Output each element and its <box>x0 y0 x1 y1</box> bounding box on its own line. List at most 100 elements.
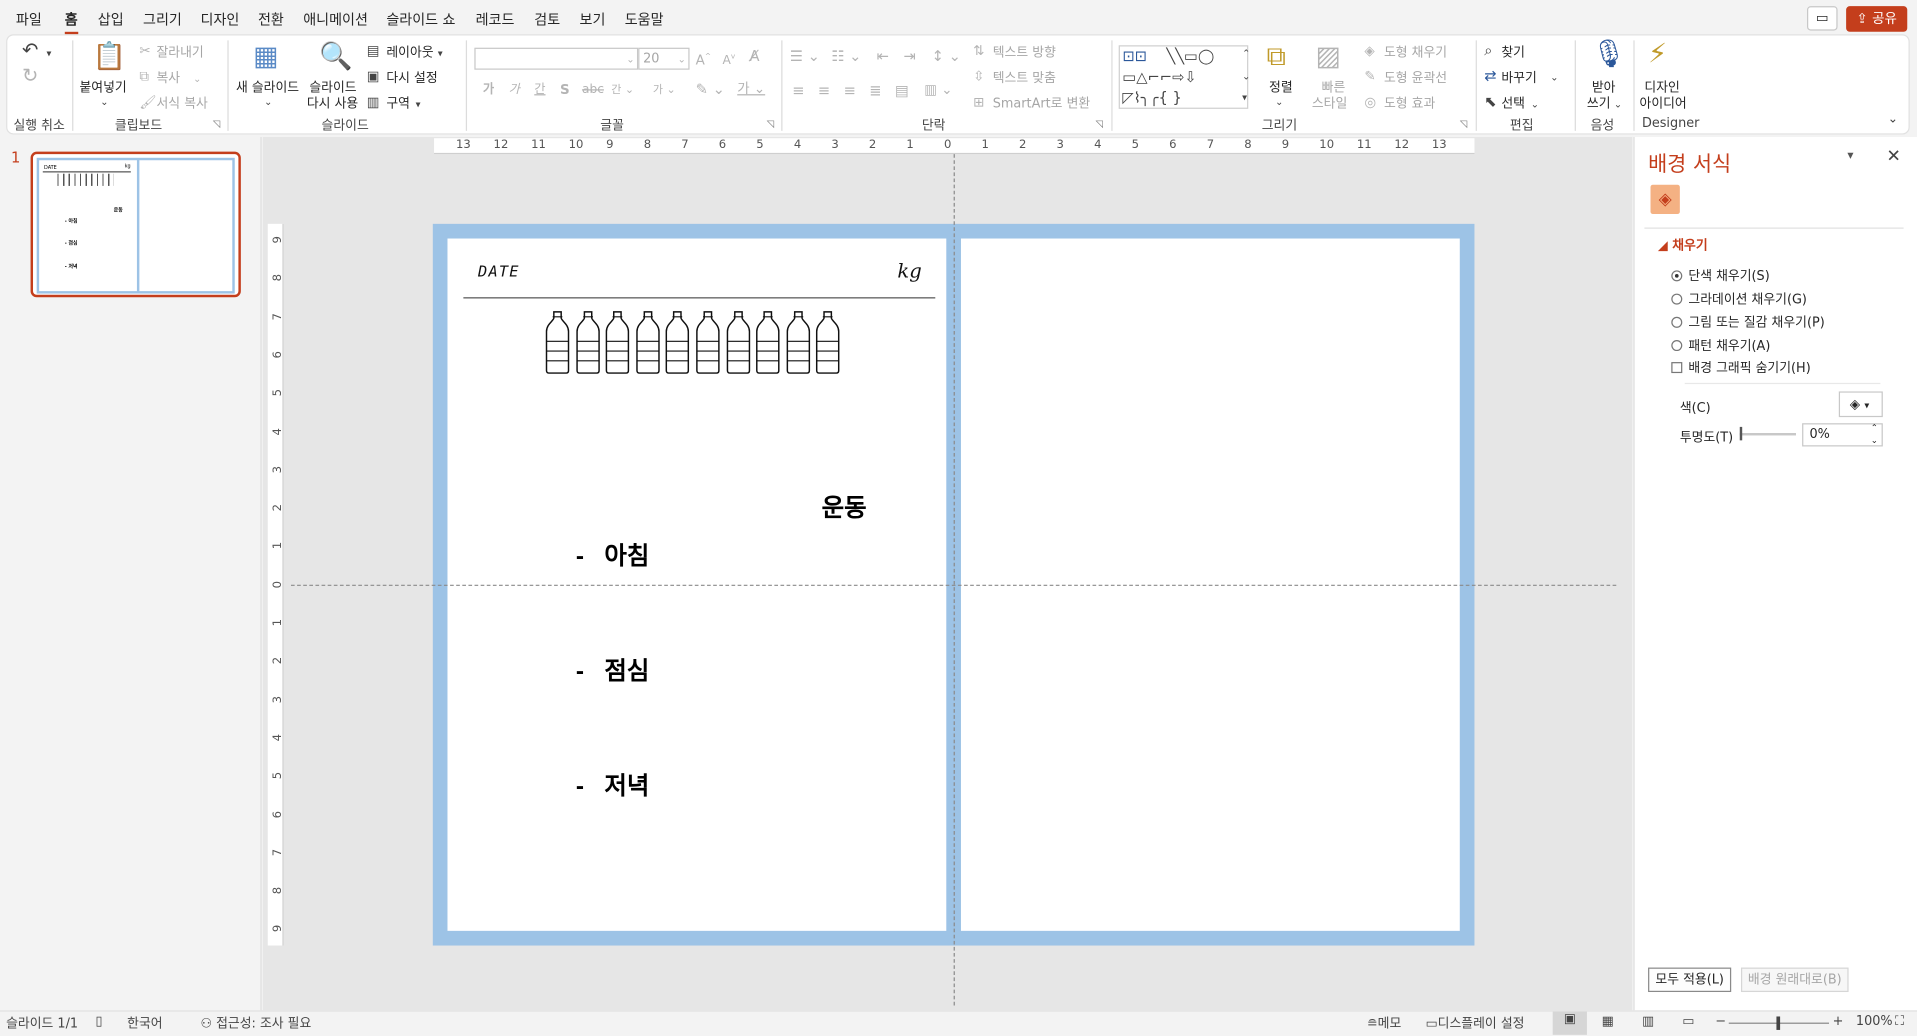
dictate-line2[interactable]: 쓰기 <box>1587 94 1611 112</box>
menu-file[interactable]: 파일 <box>16 10 42 30</box>
layout-dropdown-icon[interactable]: ▾ <box>438 45 443 62</box>
strikethrough-icon[interactable]: abc <box>582 82 604 99</box>
bold-icon[interactable]: 가 <box>483 82 494 99</box>
select-dropdown-icon[interactable]: ⌄ <box>1531 97 1539 114</box>
clipboard-launcher-icon[interactable]: ◹ <box>213 119 221 130</box>
slide-thumbnail[interactable]: DATE kg 운동 - 아침 - 점심 - 저녁 <box>30 151 241 298</box>
justify-icon[interactable]: ≣ <box>869 82 881 99</box>
quick-styles-line2[interactable]: 스타일 <box>1312 94 1347 112</box>
arrange-icon[interactable]: ⧉ <box>1267 42 1286 72</box>
menu-transitions[interactable]: 전환 <box>258 10 284 30</box>
close-icon[interactable]: ✕ <box>1886 147 1900 167</box>
select-button[interactable]: 선택 <box>1501 94 1525 112</box>
pattern-fill-option[interactable]: 패턴 채우기(A) <box>1671 336 1770 354</box>
transparency-input[interactable]: 0% ⌃ ⌄ <box>1802 423 1883 447</box>
copy-dropdown-icon[interactable]: ⌄ <box>193 71 201 88</box>
zoom-slider-thumb[interactable] <box>1776 1016 1781 1030</box>
clear-format-icon[interactable]: A̸ <box>749 48 759 65</box>
ribbon-collapse-icon[interactable]: ⌄ <box>1888 111 1898 128</box>
vertical-ruler[interactable]: 9 8 7 6 5 4 3 2 1 0 1 2 3 4 5 6 7 8 9 <box>267 223 285 946</box>
reset-background-button[interactable]: 배경 원래대로(B) <box>1740 967 1849 993</box>
gallery-scroll-down-icon[interactable]: ⌄ <box>1242 68 1250 85</box>
new-slide-dropdown-icon[interactable]: ⌄ <box>264 94 272 111</box>
zoom-in-icon[interactable]: + <box>1833 1014 1844 1029</box>
menu-design[interactable]: 디자인 <box>201 10 240 30</box>
menu-record[interactable]: 레코드 <box>476 10 515 30</box>
dictate-dropdown-icon[interactable]: ⌄ <box>1614 97 1622 114</box>
breakfast-item[interactable]: - 아침 <box>576 536 650 571</box>
exercise-label[interactable]: 운동 <box>822 488 867 523</box>
align-left-icon[interactable]: ≡ <box>792 82 804 99</box>
slide-sorter-icon[interactable]: ▦ <box>1602 1014 1614 1029</box>
format-painter-button[interactable]: 서식 복사 <box>156 94 207 112</box>
paste-icon[interactable]: 📋 <box>93 42 127 72</box>
align-center-icon[interactable]: ≡ <box>818 82 830 99</box>
horizontal-ruler[interactable]: 13 12 11 10 9 8 7 6 5 4 3 2 1 0 1 2 3 4 5 6 7 8 9 10 11 12 13 <box>434 138 1475 155</box>
solid-fill-radio[interactable] <box>1671 270 1683 282</box>
drawing-launcher-icon[interactable]: ◹ <box>1460 119 1468 130</box>
vertical-guide[interactable] <box>953 154 955 1006</box>
gallery-more-icon[interactable]: ▾ <box>1242 89 1247 106</box>
line-spacing-icon[interactable]: ↕ ⌄ <box>932 48 961 65</box>
section-button[interactable]: 구역 <box>386 94 410 112</box>
shapes-gallery[interactable]: ⊡⊡ ╲╲▭◯ ▭△⌐⌐⇨⇩ ◸⌇╮╭{ } <box>1118 45 1249 109</box>
smartart-button[interactable]: SmartArt로 변환 <box>993 94 1090 112</box>
align-right-icon[interactable]: ≡ <box>844 82 856 99</box>
gradient-fill-option[interactable]: 그라데이션 채우기(G) <box>1671 290 1807 308</box>
design-ideas-line2[interactable]: 아이디어 <box>1640 94 1687 112</box>
font-size-box[interactable]: 20 ⌄ <box>638 47 690 70</box>
design-ideas-icon[interactable]: ⚡ <box>1648 40 1667 69</box>
grow-font-icon[interactable]: A^ <box>696 49 711 69</box>
fill-bucket-icon[interactable]: ◈ <box>1650 184 1680 215</box>
language-status[interactable]: 한국어 <box>127 1014 162 1032</box>
find-button[interactable]: 찾기 <box>1501 43 1525 61</box>
change-case-icon[interactable]: 가 ⌄ <box>653 82 676 99</box>
shrink-font-icon[interactable]: Av <box>723 49 736 70</box>
quick-styles-icon[interactable]: ▨ <box>1316 42 1341 72</box>
gallery-scroll-up-icon[interactable]: ⌃ <box>1242 45 1250 62</box>
gradient-fill-radio[interactable] <box>1671 293 1683 305</box>
picture-fill-option[interactable]: 그림 또는 질감 채우기(P) <box>1671 313 1825 331</box>
display-settings-button[interactable]: ▭디스플레이 설정 <box>1426 1014 1525 1032</box>
paste-dropdown-icon[interactable]: ⌄ <box>100 94 108 111</box>
menu-view[interactable]: 보기 <box>580 10 606 30</box>
underline-icon[interactable]: 간 <box>534 82 545 99</box>
horizontal-guide[interactable] <box>290 584 1617 586</box>
menu-review[interactable]: 검토 <box>534 10 560 30</box>
zoom-out-icon[interactable]: − <box>1715 1014 1726 1029</box>
fill-section-header[interactable]: ◢ 채우기 <box>1658 236 1708 254</box>
kg-label[interactable]: kg <box>897 259 921 282</box>
distributed-icon[interactable]: ▤ <box>895 82 909 99</box>
increase-indent-icon[interactable]: ⇥ <box>904 48 916 65</box>
share-button[interactable]: ⇪ 공유 <box>1846 6 1908 32</box>
highlight-icon[interactable]: ✎ ⌄ <box>696 81 725 98</box>
shape-fill-button[interactable]: 도형 채우기 <box>1384 43 1447 61</box>
replace-dropdown-icon[interactable]: ⌄ <box>1550 70 1558 87</box>
notes-button[interactable]: ≘메모 <box>1367 1014 1401 1032</box>
reuse-slides-line2[interactable]: 다시 사용 <box>307 94 358 112</box>
menu-home[interactable]: 홈 <box>64 10 78 35</box>
align-text-button[interactable]: 텍스트 맞춤 <box>993 68 1056 86</box>
date-label[interactable]: DATE <box>478 262 520 280</box>
copy-button[interactable]: 복사 <box>156 68 180 86</box>
italic-icon[interactable]: 가 <box>509 82 520 99</box>
solid-fill-option[interactable]: 단색 채우기(S) <box>1671 267 1770 285</box>
text-direction-button[interactable]: 텍스트 방향 <box>993 43 1056 61</box>
more-shapes-icon[interactable]: ◸⌇╮╭{ } <box>1122 89 1181 106</box>
new-slide-icon[interactable]: ▦ <box>253 42 278 72</box>
shape-effects-button[interactable]: 도형 효과 <box>1384 94 1435 112</box>
hide-graphics-option[interactable]: 배경 그래픽 숨기기(H) <box>1671 358 1811 376</box>
undo-dropdown-icon[interactable]: ▾ <box>46 45 51 62</box>
menu-draw[interactable]: 그리기 <box>143 10 182 30</box>
redo-icon[interactable]: ↻ <box>22 65 38 85</box>
char-spacing-icon[interactable]: 간 ⌄ <box>611 82 634 99</box>
lunch-item[interactable]: - 점심 <box>576 651 650 686</box>
reset-button[interactable]: 다시 설정 <box>386 68 437 86</box>
shape-outline-button[interactable]: 도형 윤곽선 <box>1384 68 1447 86</box>
menu-animations[interactable]: 애니메이션 <box>303 10 368 30</box>
pane-options-icon[interactable]: ▾ <box>1847 149 1853 162</box>
hide-graphics-checkbox[interactable] <box>1671 362 1683 374</box>
color-picker-button[interactable]: ◈ ▾ <box>1838 391 1883 418</box>
transparency-slider-thumb[interactable] <box>1739 426 1743 441</box>
menu-insert[interactable]: 삽입 <box>98 10 124 30</box>
